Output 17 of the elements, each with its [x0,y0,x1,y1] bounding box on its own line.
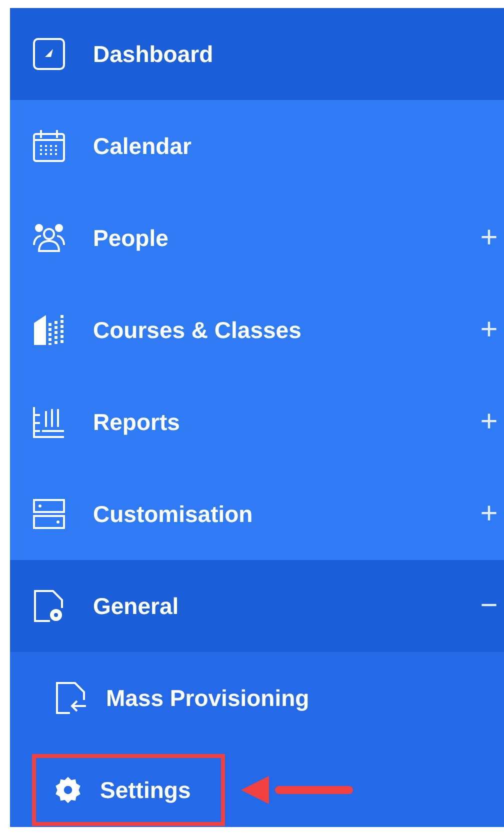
settings-icon [54,776,82,804]
expand-toggle[interactable]: + [478,315,500,345]
chart-icon [32,405,66,439]
collapse-toggle[interactable]: − [478,591,500,621]
classroom-icon [32,313,66,347]
expand-toggle[interactable]: + [478,223,500,253]
file-gear-icon [32,589,66,623]
people-icon [32,221,66,255]
expand-toggle[interactable]: + [478,407,500,437]
sidebar-item[interactable]: Dashboard [10,8,504,100]
file-import-icon [54,681,88,715]
sidebar-item[interactable]: General − [10,560,504,652]
server-icon [32,497,66,531]
expand-toggle[interactable]: + [478,499,500,529]
calendar-icon [32,129,66,163]
sidebar-subitem[interactable]: Settings [32,754,225,826]
gauge-icon [32,37,66,71]
